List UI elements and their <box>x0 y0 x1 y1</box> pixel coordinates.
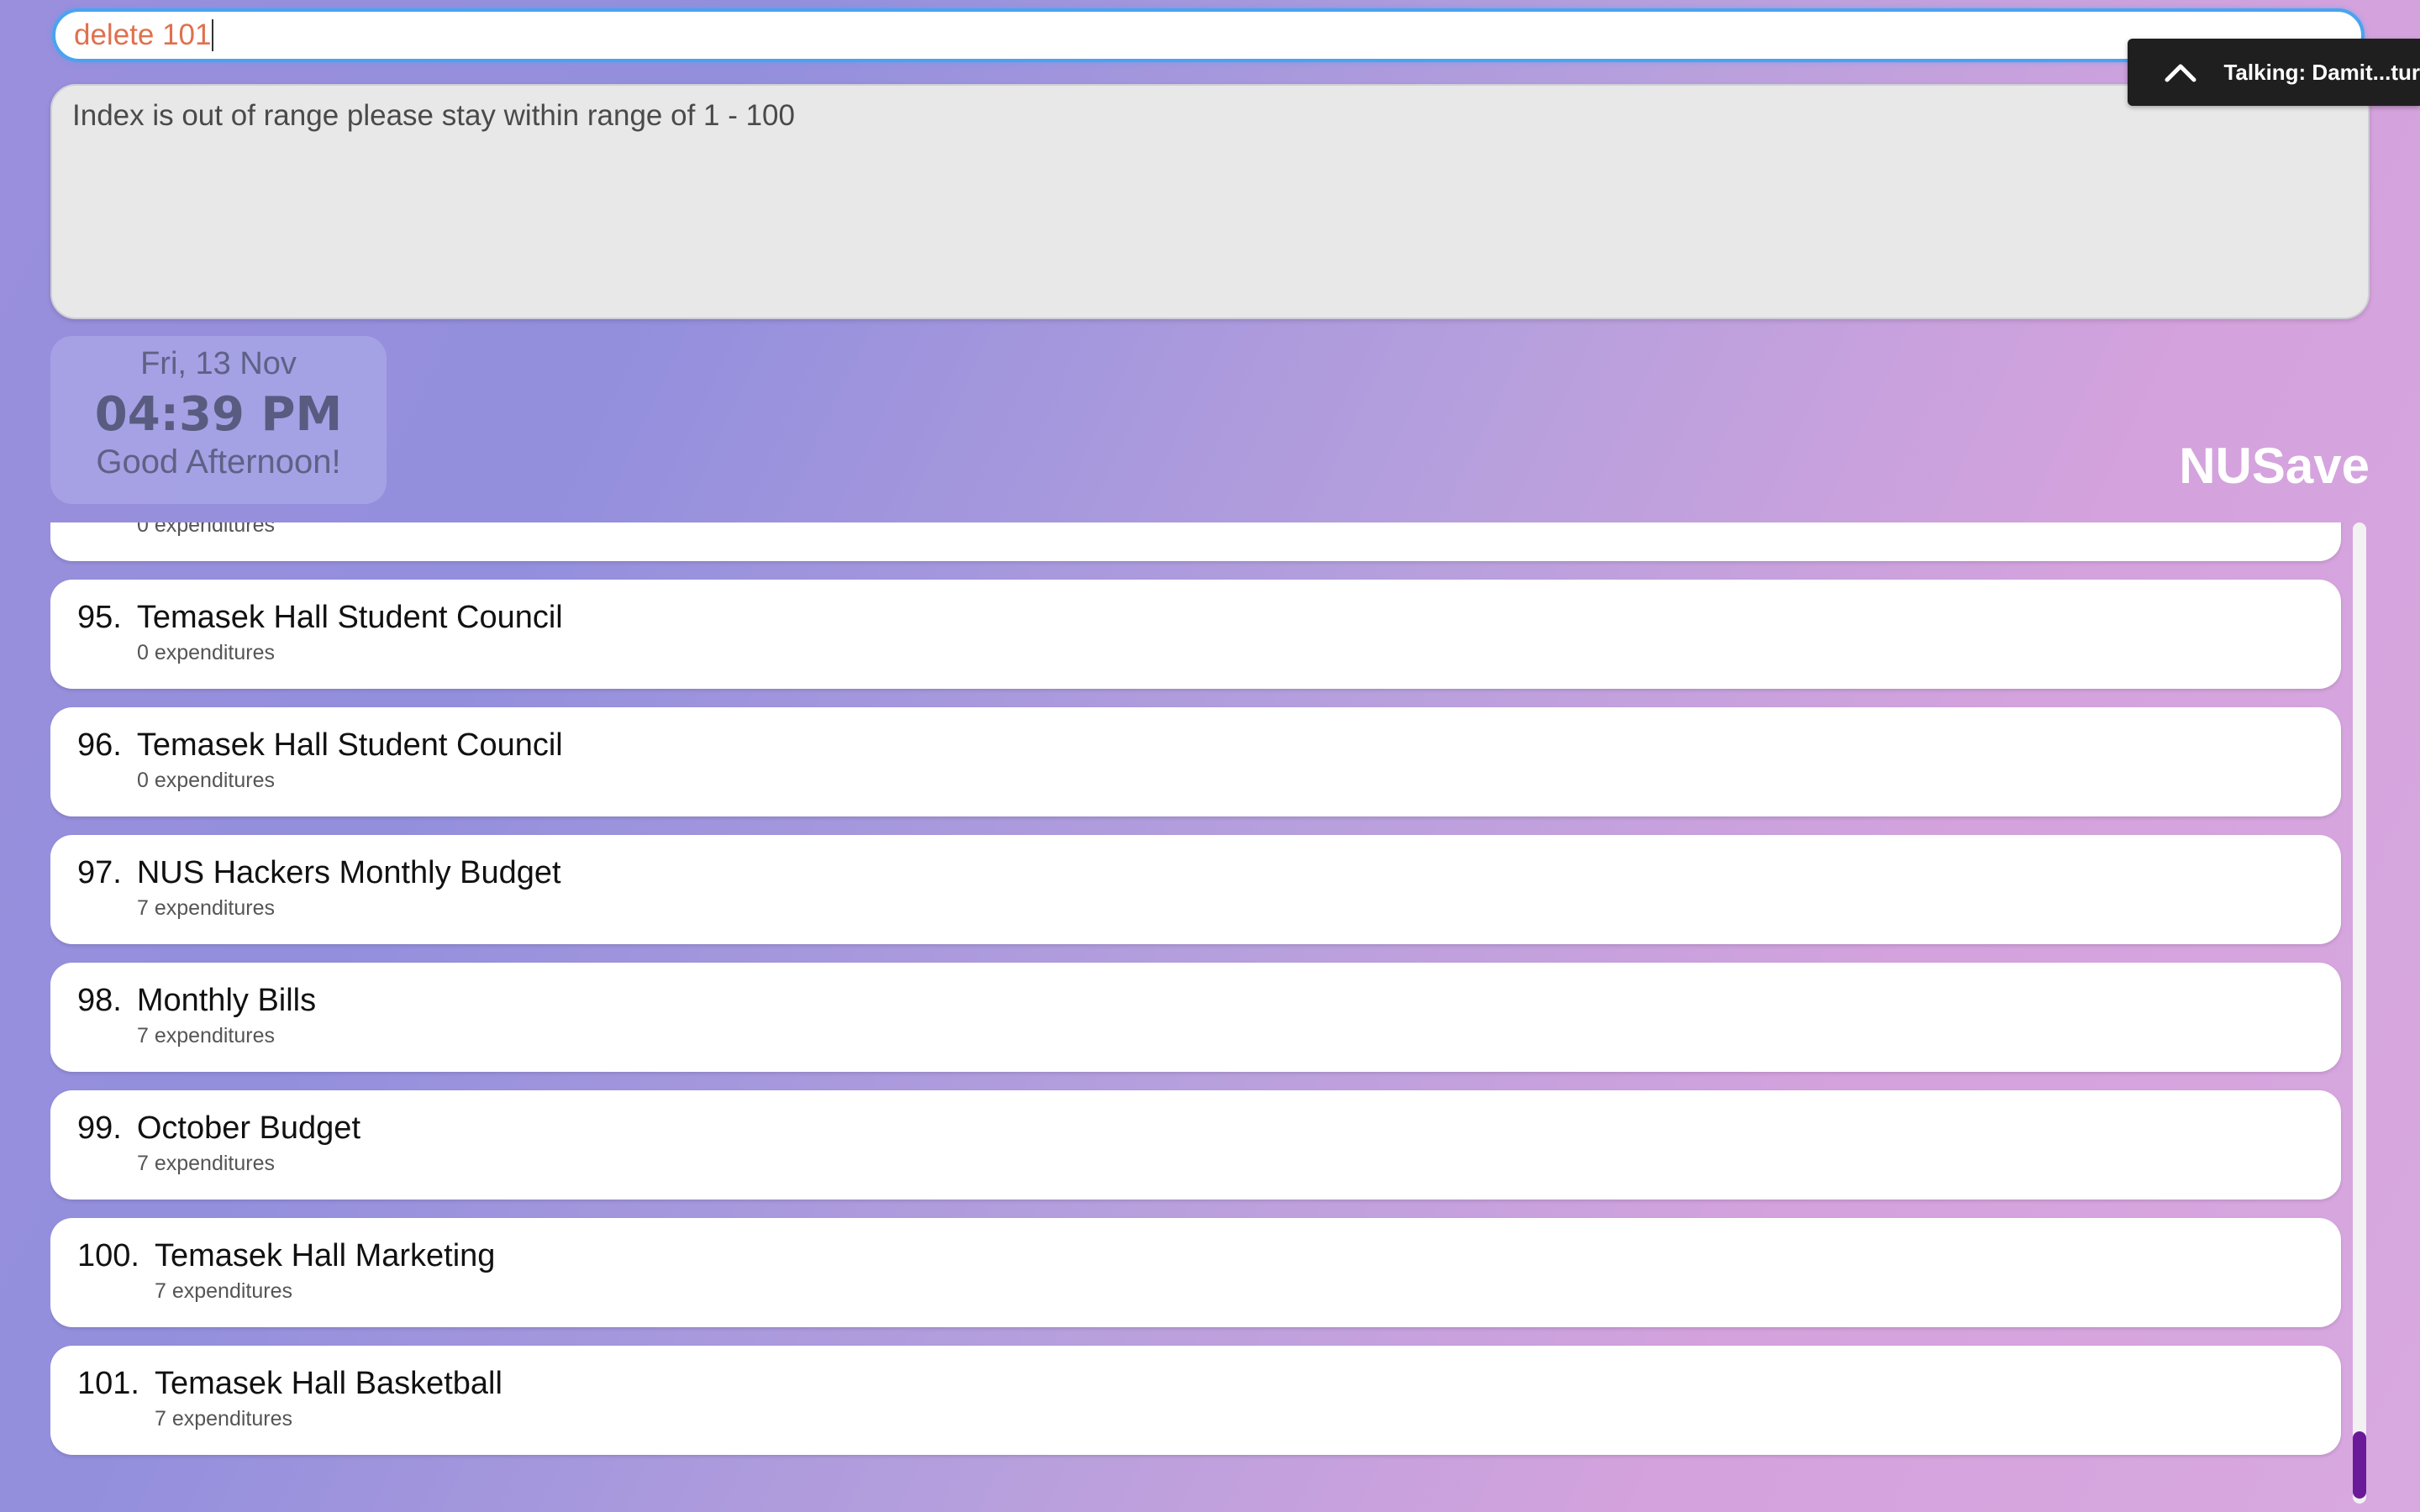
budget-title: 96. Temasek Hall Student Council <box>77 727 2341 764</box>
budget-expenditure-count: 0 expenditures <box>137 641 276 664</box>
scrollbar-thumb[interactable] <box>2353 1431 2366 1499</box>
budget-title: 98. Monthly Bills <box>77 983 2341 1019</box>
command-input-text[interactable]: delete 101 <box>74 18 211 52</box>
budget-name: Temasek Hall Basketball <box>154 1366 502 1401</box>
budget-card[interactable]: 94.Temasek Hall Student Council0 expendi… <box>50 522 2341 561</box>
budget-expenditure-count: 7 expenditures <box>155 1407 293 1431</box>
clock-date: Fri, 13 Nov <box>140 346 297 381</box>
budget-index: 99. <box>77 1110 122 1146</box>
budget-index: 101. <box>77 1366 139 1401</box>
budget-title: 97. NUS Hackers Monthly Budget <box>77 855 2341 891</box>
budget-card[interactable]: 98. Monthly Bills 7 expenditures <box>50 963 2341 1072</box>
budget-index: 96. <box>77 727 122 763</box>
app-title: NUSave <box>2179 438 2370 494</box>
budget-index: 95. <box>77 600 122 635</box>
budget-card[interactable]: 99. October Budget 7 expenditures <box>50 1090 2341 1200</box>
list-scrollbar[interactable] <box>2353 522 2366 1504</box>
budget-index: 100. <box>77 1238 139 1273</box>
budget-name: Temasek Hall Marketing <box>154 1238 496 1273</box>
notification-text: Talking: Damit...tur <box>2223 59 2420 85</box>
budget-name: NUS Hackers Monthly Budget <box>136 855 561 890</box>
budget-expenditure-count: 7 expenditures <box>137 1152 276 1175</box>
budget-expenditure-count: 7 expenditures <box>137 1024 276 1047</box>
budget-card[interactable]: 100. Temasek Hall Marketing 7 expenditures <box>50 1218 2341 1327</box>
call-notification[interactable]: Talking: Damit...tur <box>2128 39 2420 106</box>
budget-title: 101. Temasek Hall Basketball <box>77 1366 2341 1402</box>
clock-time: 04:39 PM <box>94 387 343 442</box>
chevron-up-icon[interactable] <box>2158 49 2203 96</box>
command-input[interactable]: delete 101 <box>52 8 2365 62</box>
result-message: Index is out of range please stay within… <box>72 99 795 132</box>
result-display: Index is out of range please stay within… <box>50 84 2370 319</box>
budget-expenditure-count: 7 expenditures <box>155 1279 293 1303</box>
budget-card[interactable]: 95. Temasek Hall Student Council 0 expendi… <box>50 580 2341 689</box>
text-caret <box>212 19 214 51</box>
budget-index: 97. <box>77 855 122 890</box>
budget-name: Temasek Hall Student Council <box>136 600 563 635</box>
budget-expenditure-count: 0 expenditures <box>137 769 276 792</box>
budget-title: 99. October Budget <box>77 1110 2341 1147</box>
budget-expenditure-count: 0 expenditures <box>137 522 276 537</box>
budget-title: 100. Temasek Hall Marketing <box>77 1238 2341 1274</box>
budget-card[interactable]: 101. Temasek Hall Basketball 7 expenditure… <box>50 1346 2341 1455</box>
budget-card[interactable]: 96. Temasek Hall Student Council 0 expendi… <box>50 707 2341 816</box>
clock-card: Fri, 13 Nov 04:39 PM Good Afternoon! <box>50 336 387 504</box>
budget-list[interactable]: 94.Temasek Hall Student Council0 expendi… <box>50 522 2344 1512</box>
budget-expenditure-count: 7 expenditures <box>137 896 276 920</box>
budget-title: 95. Temasek Hall Student Council <box>77 600 2341 636</box>
budget-card[interactable]: 97. NUS Hackers Monthly Budget 7 expenditu… <box>50 835 2341 944</box>
budget-index: 98. <box>77 983 122 1018</box>
budget-name: Temasek Hall Student Council <box>136 727 563 763</box>
budget-name: October Budget <box>136 1110 360 1146</box>
budget-name: Monthly Bills <box>136 983 317 1018</box>
greeting: Good Afternoon! <box>96 444 341 480</box>
